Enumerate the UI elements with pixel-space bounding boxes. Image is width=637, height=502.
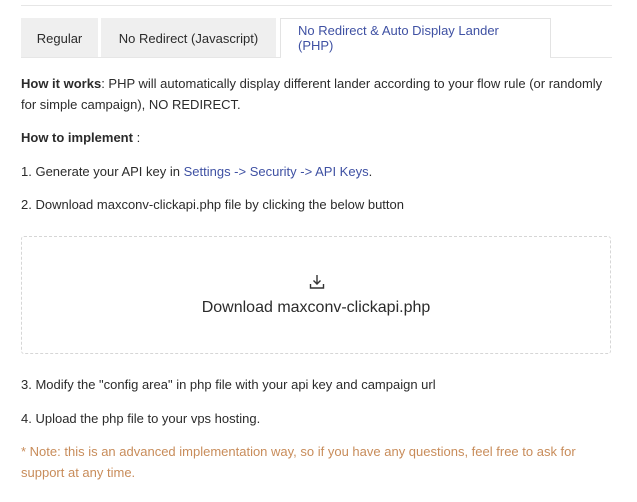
step-3: 3. Modify the "config area" in php file … bbox=[21, 377, 436, 392]
tab-no-redirect-php[interactable]: No Redirect & Auto Display Lander (PHP) bbox=[280, 18, 551, 58]
step-4: 4. Upload the php file to your vps hosti… bbox=[21, 411, 261, 426]
how-it-works-text: : PHP will automatically display differe… bbox=[21, 76, 603, 112]
step-1-suffix: . bbox=[368, 164, 373, 179]
step-1-prefix: 1. Generate your API key in bbox=[21, 164, 184, 179]
download-button[interactable]: Download maxconv-clickapi.php bbox=[21, 236, 611, 354]
how-it-works-paragraph: How it works: PHP will automatically dis… bbox=[21, 73, 613, 115]
step-1: 1. Generate your API key in Settings -> … bbox=[21, 161, 613, 182]
step-2: 2. Download maxconv-clickapi.php file by… bbox=[21, 197, 404, 212]
top-divider bbox=[21, 5, 612, 6]
how-to-implement-suffix: : bbox=[132, 130, 141, 145]
download-icon bbox=[309, 275, 325, 289]
how-to-implement-heading: How to implement bbox=[21, 130, 133, 145]
active-tab-gap bbox=[281, 57, 550, 58]
tab-bar: Regular No Redirect (Javascript) No Redi… bbox=[21, 18, 551, 58]
how-it-works-heading: How it works bbox=[21, 76, 102, 91]
download-label: Download maxconv-clickapi.php bbox=[201, 299, 431, 316]
support-note: * Note: this is an advanced implementati… bbox=[21, 444, 576, 480]
tab-regular[interactable]: Regular bbox=[21, 18, 98, 58]
how-to-implement-paragraph: How to implement : bbox=[21, 127, 613, 148]
tab-no-redirect-javascript[interactable]: No Redirect (Javascript) bbox=[101, 18, 276, 58]
api-keys-link[interactable]: Settings -> Security -> API Keys bbox=[184, 164, 369, 179]
